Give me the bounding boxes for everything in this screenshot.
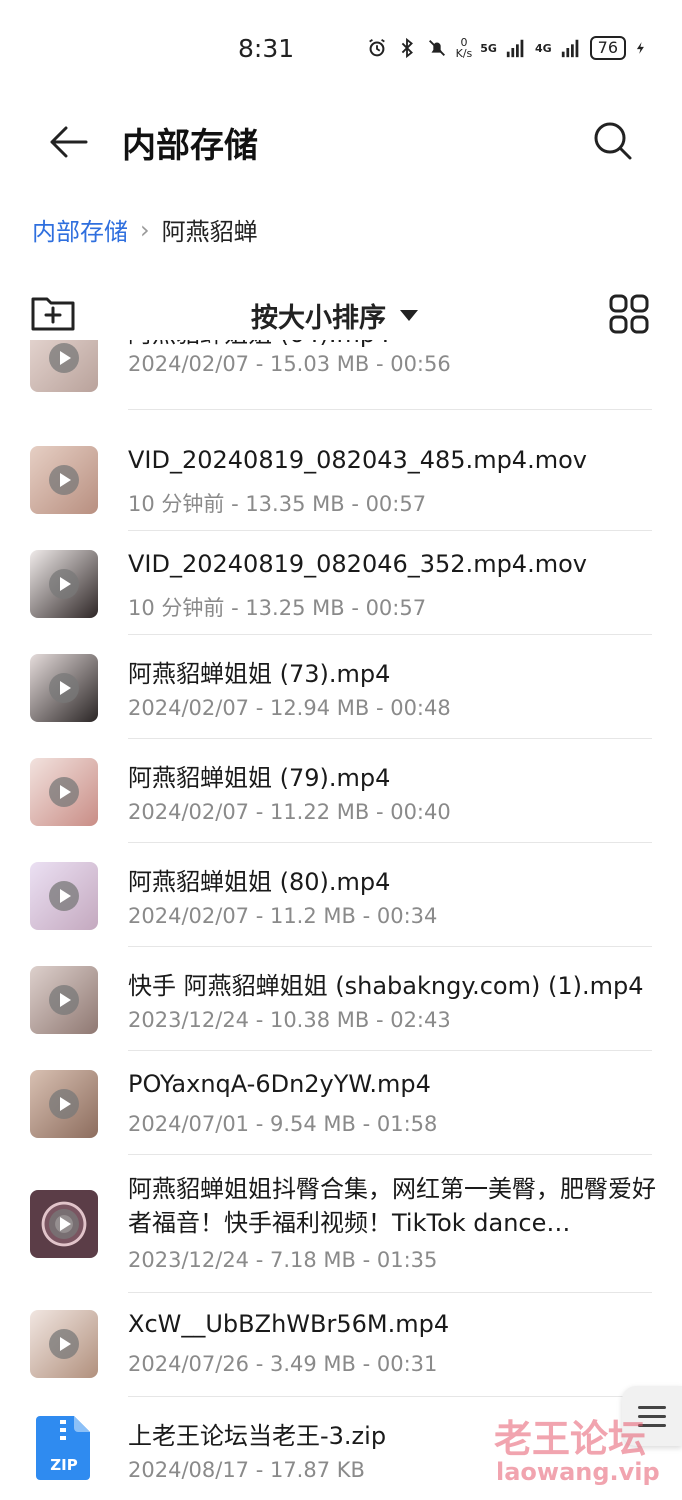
file-name: POYaxnqA-6Dn2yYW.mp4 <box>128 1070 431 1098</box>
signal-bars-icon <box>506 39 524 58</box>
mute-icon <box>428 40 445 56</box>
signal-bars-icon <box>561 39 578 58</box>
file-name: VID_20240819_082043_485.mp4.mov <box>128 446 587 474</box>
file-meta: 2024/02/07 - 11.2 MB - 00:34 <box>128 904 438 928</box>
file-meta: 2024/02/07 - 15.03 MB - 00:56 <box>128 352 451 376</box>
list-item[interactable]: 阿燕貂蝉姐姐 (79).mp4 2024/02/07 - 11.22 MB - … <box>0 722 682 843</box>
alarm-icon <box>368 38 385 57</box>
status-bar: 8:31 0 K/s 5G 4G 76 <box>0 0 682 100</box>
video-thumbnail <box>30 550 98 618</box>
net-speed-unit: K/s <box>455 47 473 60</box>
zip-label: ZIP <box>50 1456 77 1474</box>
play-icon <box>49 1329 79 1359</box>
file-meta: 2023/12/24 - 10.38 MB - 02:43 <box>128 1008 451 1032</box>
file-list: 阿燕貂蝉姐姐 (64).mp4 2024/02/07 - 15.03 MB - … <box>0 340 682 1500</box>
play-icon <box>49 1209 79 1239</box>
file-name: 阿燕貂蝉姐姐 (64).mp4 <box>128 340 390 349</box>
file-name: VID_20240819_082046_352.mp4.mov <box>128 550 587 578</box>
list-item[interactable]: VID_20240819_082043_485.mp4.mov 10 分钟前 -… <box>0 410 682 531</box>
page-title: 内部存储 <box>122 126 258 166</box>
video-thumbnail <box>30 1190 98 1258</box>
file-meta: 2023/12/24 - 7.18 MB - 01:35 <box>128 1248 438 1272</box>
video-thumbnail <box>30 446 98 514</box>
search-icon[interactable] <box>590 118 636 164</box>
breadcrumb-current: 阿燕貂蝉 <box>161 218 258 246</box>
status-time: 8:31 <box>238 34 295 63</box>
video-thumbnail <box>30 862 98 930</box>
play-icon <box>49 343 79 373</box>
caret-down-icon <box>400 310 418 321</box>
video-thumbnail <box>30 340 98 392</box>
list-item[interactable]: POYaxnqA-6Dn2yYW.mp4 2024/07/01 - 9.54 M… <box>0 1034 682 1155</box>
list-item[interactable]: XcW__UbBZhWBr56M.mp4 2024/07/26 - 3.49 M… <box>0 1290 682 1397</box>
play-icon <box>49 673 79 703</box>
signal-4g-label: 4G <box>534 41 552 55</box>
grid-view-icon[interactable] <box>608 293 650 335</box>
play-icon <box>49 777 79 807</box>
file-name: 阿燕貂蝉姐姐 (79).mp4 <box>128 764 391 792</box>
file-name: 阿燕貂蝉姐姐 (73).mp4 <box>128 660 391 688</box>
watermark-text: 老王论坛 <box>494 1417 647 1461</box>
video-thumbnail <box>30 966 98 1034</box>
file-name: 阿燕貂蝉姐姐 (80).mp4 <box>128 868 391 896</box>
signal-5g-label: 5G <box>480 41 497 55</box>
battery-level: 76 <box>589 36 626 60</box>
file-name: 上老王论坛当老王-3.zip <box>128 1422 387 1450</box>
charging-icon <box>636 42 644 54</box>
file-meta: 2024/07/26 - 3.49 MB - 00:31 <box>128 1352 438 1376</box>
file-name: XcW__UbBZhWBr56M.mp4 <box>128 1310 450 1338</box>
list-item[interactable]: 快手 阿燕貂蝉姐姐 (shabakngy.com) (1).mp4 2023/1… <box>0 930 682 1051</box>
video-thumbnail <box>30 1070 98 1138</box>
zip-file-icon: ZIP <box>36 1416 90 1480</box>
chevron-right-icon: › <box>140 215 150 244</box>
list-item[interactable]: 阿燕貂蝉姐姐 (64).mp4 2024/02/07 - 15.03 MB - … <box>0 340 682 410</box>
video-thumbnail <box>30 654 98 722</box>
back-arrow-icon[interactable] <box>46 120 90 164</box>
file-meta: 2024/02/07 - 12.94 MB - 00:48 <box>128 696 451 720</box>
play-icon <box>49 465 79 495</box>
video-thumbnail <box>30 1310 98 1378</box>
watermark-url: laowang.vip <box>496 1458 660 1486</box>
file-meta: 2024/02/07 - 11.22 MB - 00:40 <box>128 800 451 824</box>
play-icon <box>49 1089 79 1119</box>
new-folder-icon[interactable] <box>30 293 76 333</box>
sort-dropdown[interactable]: 按大小排序 <box>251 296 418 335</box>
sort-label: 按大小排序 <box>251 303 386 334</box>
net-speed: 0 K/s <box>456 37 473 59</box>
play-icon <box>49 569 79 599</box>
video-thumbnail <box>30 758 98 826</box>
list-item[interactable]: 阿燕貂蝉姐姐抖臀合集，网红第一美臀，肥臀爱好者福音！快手福利视频！TikTok … <box>0 1138 682 1293</box>
status-icons: 0 K/s 5G 4G 76 <box>366 36 648 60</box>
file-meta: 2024/07/01 - 9.54 MB - 01:58 <box>128 1112 438 1136</box>
play-icon <box>49 881 79 911</box>
play-icon <box>49 985 79 1015</box>
list-item[interactable]: 阿燕貂蝉姐姐 (73).mp4 2024/02/07 - 12.94 MB - … <box>0 618 682 739</box>
list-item[interactable]: VID_20240819_082046_352.mp4.mov 10 分钟前 -… <box>0 514 682 635</box>
breadcrumb: 内部存储 › 阿燕貂蝉 <box>32 212 258 247</box>
file-name: 阿燕貂蝉姐姐抖臀合集，网红第一美臀，肥臀爱好者福音！快手福利视频！TikTok … <box>128 1175 656 1237</box>
breadcrumb-root[interactable]: 内部存储 <box>32 212 128 247</box>
bluetooth-icon <box>401 37 413 59</box>
list-item[interactable]: 阿燕貂蝉姐姐 (80).mp4 2024/02/07 - 11.2 MB - 0… <box>0 826 682 947</box>
file-name: 快手 阿燕貂蝉姐姐 (shabakngy.com) (1).mp4 <box>128 972 644 1000</box>
file-meta: 2024/08/17 - 17.87 KB <box>128 1458 365 1482</box>
